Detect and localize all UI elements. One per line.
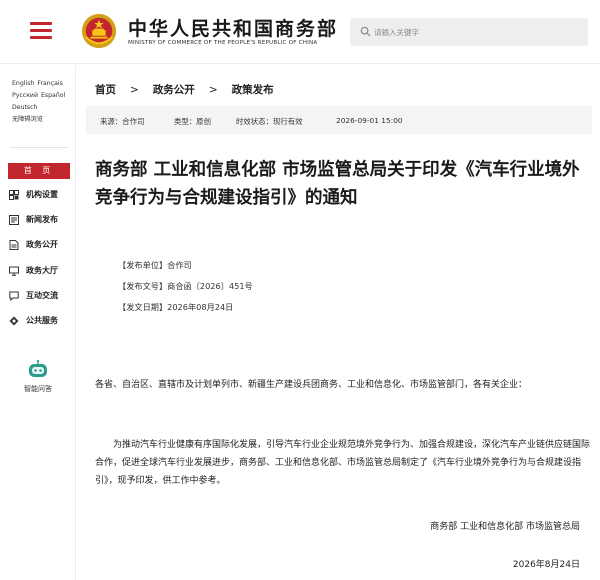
- publisher-info: 【发布单位】合作司: [118, 260, 192, 270]
- hall-icon: [9, 266, 19, 276]
- article-sign-date: 2026年8月24日: [512, 560, 580, 570]
- sidebar-item-home[interactable]: 首 页: [8, 163, 70, 179]
- breadcrumb-gov-affairs[interactable]: 政务公开: [153, 82, 195, 97]
- lang-french-link[interactable]: Français: [37, 78, 63, 90]
- language-links: English Français Русский Español Deutsch 无…: [12, 78, 72, 126]
- sidebar-item-label: 政务大厅: [26, 265, 58, 275]
- sidebar-item-news[interactable]: 新闻发布: [8, 212, 70, 229]
- page-title: 商务部 工业和信息化部 市场监管总局关于印发《汽车行业境外竞争行为与合规建设指引…: [95, 160, 580, 208]
- sidebar: English Français Русский Español Deutsch 无…: [0, 65, 76, 580]
- breadcrumb-separator: >: [130, 84, 139, 96]
- service-icon: [9, 316, 19, 326]
- meta-datetime: 2026-09-01 15:00: [336, 116, 403, 125]
- sidebar-item-label: 机构设置: [26, 190, 58, 199]
- lang-english-link[interactable]: English: [12, 78, 34, 90]
- national-emblem-icon[interactable]: [80, 12, 118, 50]
- issue-date-info: 【发文日期】2026年08月24日: [118, 302, 234, 312]
- sidebar-item-public-service[interactable]: 公共服务: [8, 313, 70, 330]
- sidebar-item-organization[interactable]: 机构设置: [8, 187, 70, 204]
- sidebar-item-label: 公共服务: [26, 315, 58, 325]
- article-body: 为推动汽车行业健康有序国际化发展，引导汽车行业企业规范境外竞争行为、加强合规建设…: [95, 440, 591, 486]
- breadcrumb-home[interactable]: 首页: [95, 82, 116, 97]
- sidebar-item-interaction[interactable]: 互动交流: [8, 288, 70, 305]
- sidebar-item-label: 新闻发布: [26, 215, 58, 225]
- news-icon: [9, 215, 19, 226]
- meta-source: 来源：合作司: [100, 117, 145, 126]
- article-meta-bar: 来源：合作司 类型：原创 时效状态：现行有效 2026-09-01 15:00: [86, 106, 592, 134]
- doc-number-info: 【发布文号】商合函〔2026〕451号: [118, 281, 253, 291]
- meta-status: 时效状态：现行有效: [236, 117, 303, 126]
- meta-type: 类型：原创: [174, 117, 211, 126]
- hamburger-icon[interactable]: [30, 22, 52, 40]
- chat-icon: [9, 291, 19, 301]
- breadcrumb: 首页 > 政务公开 > 政策发布: [95, 82, 274, 97]
- breadcrumb-policy[interactable]: 政策发布: [232, 82, 274, 97]
- lang-spanish-link[interactable]: Español: [41, 90, 65, 102]
- sidebar-divider: [10, 147, 68, 148]
- search-box: [350, 18, 588, 46]
- sidebar-nav: 首 页 机构设置 新闻发布 政务公开 政务大厅 互动交流 公共服务: [8, 163, 70, 338]
- smart-qa-label[interactable]: 智能问答: [0, 384, 76, 394]
- site-name-en: MINISTRY OF COMMERCE OF THE PEOPLE'S REP…: [128, 40, 318, 46]
- site-name-cn[interactable]: 中华人民共和国商务部: [128, 14, 338, 41]
- lang-german-link[interactable]: Deutsch: [12, 102, 37, 114]
- accessibility-link[interactable]: 无障碍浏览: [12, 114, 43, 126]
- sidebar-item-label: 政务公开: [26, 240, 58, 250]
- robot-icon[interactable]: [27, 360, 49, 380]
- search-icon[interactable]: [360, 26, 371, 37]
- top-header: 中华人民共和国商务部 MINISTRY OF COMMERCE OF THE P…: [0, 0, 600, 64]
- article-addressee: 各省、自治区、直辖市及计划单列市、新疆生产建设兵团商务、工业和信息化、市场监管部…: [95, 380, 528, 390]
- sidebar-item-label: 互动交流: [26, 290, 58, 300]
- sidebar-item-gov-affairs[interactable]: 政务公开: [8, 237, 70, 254]
- lang-russian-link[interactable]: Русский: [12, 90, 38, 102]
- breadcrumb-separator: >: [208, 84, 218, 96]
- document-icon: [9, 240, 19, 251]
- org-chart-icon: [9, 190, 19, 200]
- sidebar-item-service-hall[interactable]: 政务大厅: [8, 263, 70, 280]
- search-input[interactable]: [374, 21, 579, 43]
- article-signatories: 商务部 工业和信息化部 市场监管总局: [430, 522, 580, 532]
